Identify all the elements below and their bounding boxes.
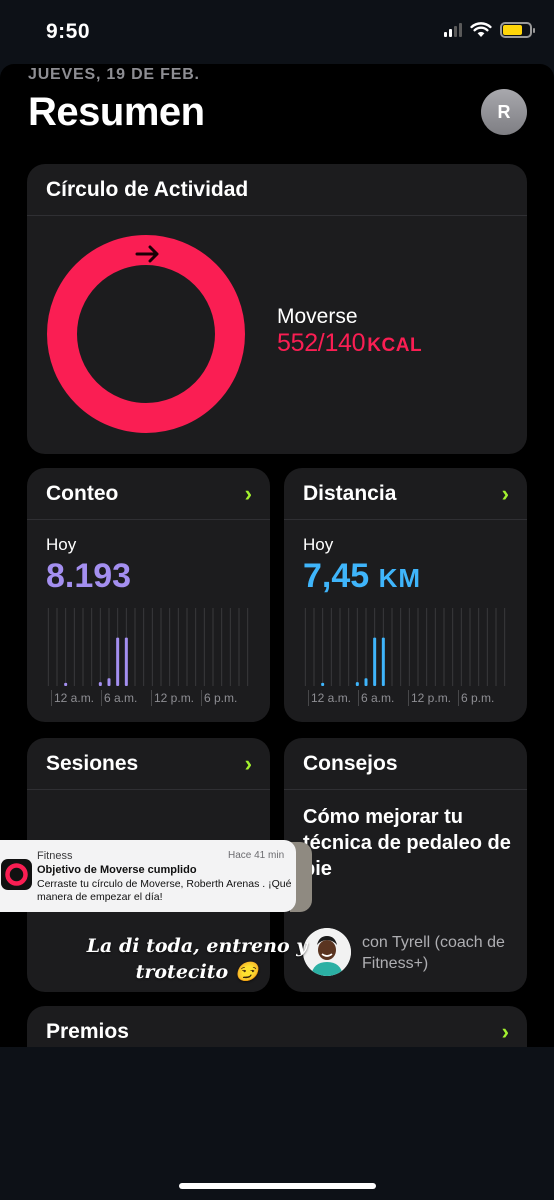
- distance-card-header: Distancia ›: [284, 468, 527, 520]
- chevron-right-icon[interactable]: ›: [245, 482, 252, 505]
- cellular-signal-icon: [444, 23, 462, 37]
- fitness-app-icon: [1, 859, 32, 890]
- fitness-notification[interactable]: Fitness Hace 41 min Objetivo de Moverse …: [0, 840, 296, 912]
- steps-bar: [116, 637, 120, 686]
- distance-number: 7,45: [303, 557, 370, 595]
- status-icons: [444, 22, 535, 38]
- steps-tick-0: 12 a.m.: [54, 691, 95, 705]
- battery-icon: [500, 22, 535, 38]
- distance-bar: [373, 637, 377, 686]
- chevron-right-icon[interactable]: ›: [502, 1021, 509, 1043]
- steps-value: 8.193: [46, 557, 132, 595]
- steps-tick-1: 6 a.m.: [104, 691, 138, 705]
- steps-bar: [64, 682, 68, 686]
- tips-headline[interactable]: Cómo mejorar tu técnica de pedaleo de pi…: [303, 804, 523, 882]
- page-title: Resumen: [28, 90, 205, 134]
- sessions-card-title: Sesiones: [46, 751, 139, 775]
- distance-card[interactable]: Distancia › Hoy 7,45 KM 12 a.m. 6 a.m. 1…: [284, 468, 527, 722]
- awards-card[interactable]: Premios ›: [27, 1006, 527, 1047]
- distance-bar: [321, 682, 325, 686]
- activity-ring-card[interactable]: Círculo de Actividad Moverse 552/140 KCAL: [27, 164, 527, 454]
- steps-day-label: Hoy: [46, 535, 77, 554]
- distance-unit: KM: [378, 563, 422, 593]
- steps-card-title: Conteo: [46, 481, 119, 505]
- move-value: 552/140 KCAL: [277, 329, 422, 358]
- story-caption: La di toda, entreno y trotecito 😏: [0, 933, 474, 985]
- status-bar: 9:50: [0, 0, 554, 64]
- notification-body: Cerraste tu círculo de Moverse, Roberth …: [37, 878, 292, 903]
- distance-bar: [381, 637, 385, 686]
- distance-day-label: Hoy: [303, 535, 334, 554]
- awards-card-title: Premios: [46, 1020, 129, 1043]
- steps-bar: [98, 682, 102, 686]
- story-caption-line-2: trotecito 😏: [135, 961, 259, 983]
- status-time: 9:50: [46, 20, 91, 43]
- move-ring: [46, 234, 246, 439]
- notification-title: Objetivo de Moverse cumplido: [37, 864, 197, 876]
- distance-value: 7,45 KM: [303, 557, 421, 596]
- move-label: Moverse: [277, 305, 358, 328]
- move-unit: KCAL: [367, 335, 423, 356]
- activity-card-header: Círculo de Actividad: [27, 164, 527, 216]
- notification-app-name: Fitness: [37, 850, 73, 862]
- steps-tick-2: 12 p.m.: [154, 691, 195, 705]
- steps-card-header: Conteo ›: [27, 468, 270, 520]
- tips-card-title: Consejos: [303, 751, 398, 775]
- distance-tick-1: 6 a.m.: [361, 691, 395, 705]
- story-caption-line-1: La di toda, entreno y: [86, 935, 308, 957]
- notification-time: Hace 41 min: [228, 850, 285, 861]
- profile-avatar[interactable]: R: [481, 89, 527, 135]
- steps-bar: [107, 678, 111, 686]
- chevron-right-icon[interactable]: ›: [245, 752, 252, 775]
- move-calories: 552/140: [277, 329, 366, 357]
- steps-bar: [124, 637, 128, 686]
- steps-card[interactable]: Conteo › Hoy 8.193 12 a.m. 6 a.m. 12 p.m…: [27, 468, 270, 722]
- distance-tick-2: 12 p.m.: [411, 691, 452, 705]
- activity-card-title: Círculo de Actividad: [46, 177, 249, 201]
- steps-tick-3: 6 p.m.: [204, 691, 238, 705]
- sessions-card-header: Sesiones ›: [27, 738, 270, 790]
- date-label: JUEVES, 19 DE FEB.: [28, 66, 200, 83]
- awards-card-header: Premios ›: [27, 1006, 527, 1047]
- distance-tick-3: 6 p.m.: [461, 691, 495, 705]
- chevron-right-icon[interactable]: ›: [502, 482, 509, 505]
- distance-card-title: Distancia: [303, 481, 397, 505]
- distance-bar: [355, 682, 359, 686]
- distance-tick-0: 12 a.m.: [311, 691, 352, 705]
- wifi-icon: [470, 22, 492, 37]
- home-indicator[interactable]: [179, 1183, 376, 1189]
- distance-bar: [364, 678, 368, 686]
- tips-card-header: Consejos: [284, 738, 527, 790]
